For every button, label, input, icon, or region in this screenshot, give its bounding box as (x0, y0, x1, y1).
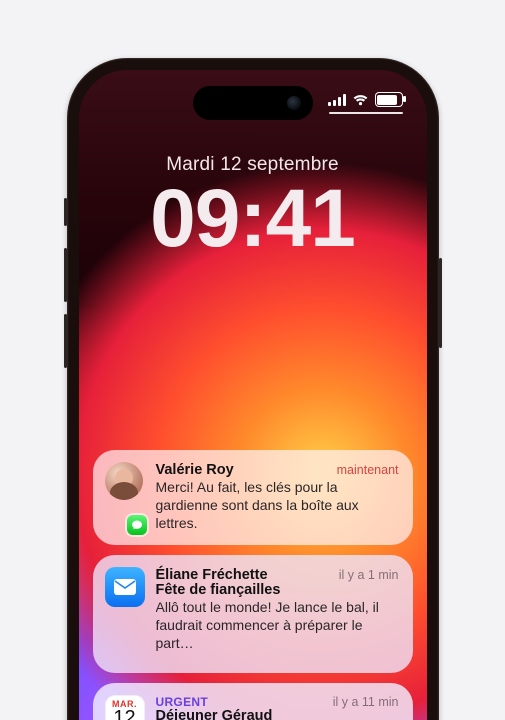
notification-calendar[interactable]: MAR. 12 URGENT il y a 11 min Déjeuner Gé… (93, 683, 413, 720)
notification-timestamp: il y a 1 min (339, 568, 399, 582)
messages-app-icon (127, 515, 147, 535)
notification-messages[interactable]: Valérie Roy maintenant Merci! Au fait, l… (93, 450, 413, 545)
volume-up-button[interactable] (64, 248, 67, 302)
datetime-block: Mardi 12 septembre 09:41 (79, 154, 427, 260)
battery-icon (375, 92, 403, 107)
notification-body: URGENT il y a 11 min Déjeuner Géraud (156, 695, 399, 720)
calendar-app-icon: MAR. 12 (105, 695, 145, 720)
notification-mail[interactable]: Éliane Fréchette il y a 1 min Fête de fi… (93, 555, 413, 673)
notification-icon-wrap (105, 567, 145, 661)
mute-switch[interactable] (64, 198, 67, 226)
notification-sender: Éliane Fréchette (156, 567, 268, 583)
notification-icon-wrap: MAR. 12 (105, 695, 145, 720)
power-button[interactable] (439, 258, 442, 348)
notification-icon-wrap (105, 462, 145, 533)
mail-app-icon (105, 567, 145, 607)
notification-message: Allô tout le monde! Je lance le bal, il … (156, 599, 399, 653)
status-bar-right (328, 92, 403, 107)
notification-sender: Valérie Roy (156, 462, 234, 478)
notification-title: Déjeuner Géraud (156, 708, 399, 720)
dynamic-island[interactable] (193, 86, 313, 120)
notification-timestamp: il y a 11 min (333, 695, 399, 709)
notification-subject: Fête de fiançailles (156, 582, 399, 598)
notification-timestamp: maintenant (337, 463, 399, 477)
notification-urgent-tag: URGENT (156, 695, 208, 709)
wifi-icon (352, 93, 369, 106)
calendar-day-of-month: 12 (113, 708, 135, 720)
lock-screen[interactable]: Mardi 12 septembre 09:41 Valérie Roy (79, 70, 427, 720)
cellular-signal-icon (328, 94, 346, 106)
status-underline (329, 112, 403, 114)
contact-avatar (105, 462, 143, 500)
phone-frame: Mardi 12 septembre 09:41 Valérie Roy (67, 58, 439, 720)
notification-body: Éliane Fréchette il y a 1 min Fête de fi… (156, 567, 399, 661)
notification-body: Valérie Roy maintenant Merci! Au fait, l… (156, 462, 399, 533)
lockscreen-time: 09:41 (79, 178, 427, 260)
notification-message: Merci! Au fait, les clés pour la gardien… (156, 479, 399, 533)
volume-down-button[interactable] (64, 314, 67, 368)
notification-stack: Valérie Roy maintenant Merci! Au fait, l… (93, 450, 413, 720)
stage: Mardi 12 septembre 09:41 Valérie Roy (0, 0, 505, 720)
